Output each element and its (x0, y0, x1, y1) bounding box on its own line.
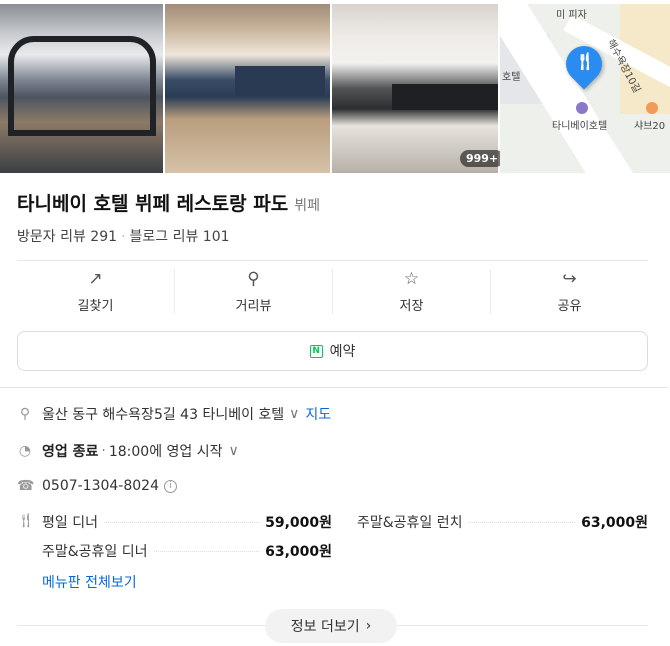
naver-booking-icon: N (309, 344, 323, 358)
chevron-down-icon[interactable]: ∨ (229, 443, 239, 459)
menu-item-name: 평일 디너 (42, 515, 98, 531)
place-header: 타니베이 호텔 뷔페 레스토랑 파도 뷔페 (17, 189, 320, 216)
directions-icon: ↗ (88, 269, 103, 289)
arched-frame (8, 36, 156, 136)
fork-knife-icon: 🍴︎ (574, 52, 596, 72)
photo-strip: 999+ 미 피자 해수욕장10길 호텔 타니베이호텔 샤브20 🍴︎ (0, 0, 670, 175)
phone-number[interactable]: 0507-1304-8024 (42, 478, 159, 494)
directions-button[interactable]: ↗ 길찾기 (17, 269, 175, 314)
map-label: 미 피자 (556, 10, 587, 21)
star-icon: ☆ (403, 269, 420, 289)
menu-icon-wrap: 🍴︎ (17, 513, 42, 529)
street-view-button[interactable]: ⚲ 거리뷰 (175, 269, 333, 314)
address-text[interactable]: 울산 동구 해수욕장5길 43 타니베이 호텔 (42, 404, 284, 424)
photo-buffet-counter[interactable] (332, 4, 498, 173)
save-button[interactable]: ☆ 저장 (333, 269, 491, 314)
menu-item: 평일 디너 59,000원 (42, 512, 332, 532)
reserve-label: 예약 (329, 344, 356, 360)
business-status: 영업 종료 (42, 444, 99, 460)
info-icon[interactable]: i (164, 479, 177, 493)
chevron-down-icon[interactable]: ∨ (289, 406, 299, 422)
location-icon: ⚲ (19, 406, 31, 422)
menu-leader (468, 522, 576, 523)
window-view (235, 66, 325, 96)
photo-restaurant-interior[interactable] (165, 4, 330, 173)
review-summary: 방문자 리뷰 291 · 블로그 리뷰 101 (17, 226, 230, 246)
place-name: 타니베이 호텔 뷔페 레스토랑 파도 (17, 193, 289, 215)
kitchen-opening (392, 84, 498, 110)
menu-leader (153, 551, 260, 552)
menu-item: 주말&공휴일 디너 63,000원 (42, 541, 332, 561)
share-button[interactable]: ↪ 공유 (491, 269, 648, 314)
restaurant-marker-icon (646, 102, 658, 114)
more-info-button[interactable]: 정보 더보기 › (265, 609, 397, 643)
action-label: 저장 (399, 299, 424, 314)
street-view-icon: ⚲ (247, 269, 260, 289)
photo-count-badge[interactable]: 999+ (460, 150, 505, 167)
reserve-button[interactable]: N 예약 (17, 331, 648, 371)
clock-icon: ◔ (18, 443, 32, 459)
action-label: 거리뷰 (235, 299, 272, 314)
phone-row: ☎ 0507-1304-8024 i (17, 478, 177, 494)
menu-item-price: 59,000원 (265, 515, 332, 531)
address-row: ⚲ 울산 동구 해수욕장5길 43 타니베이 호텔 ∨ 지도 (17, 404, 331, 424)
hours-note[interactable]: 18:00에 영업 시작 (109, 441, 223, 461)
action-label: 공유 (557, 299, 582, 314)
map-label: 샤브20 (634, 121, 666, 132)
fork-knife-icon: 🍴︎ (17, 513, 35, 529)
place-category: 뷔페 (294, 198, 320, 214)
menu-item: 주말&공휴일 런치 63,000원 (357, 512, 648, 532)
view-full-menu-link[interactable]: 메뉴판 전체보기 (42, 572, 137, 592)
map-label: 타니베이호텔 (552, 121, 608, 132)
share-icon: ↪ (562, 269, 577, 289)
hours-row: ◔ 영업 종료 · 18:00에 영업 시작 ∨ (17, 441, 239, 461)
separator-dot: · (121, 229, 126, 245)
menu-item-price: 63,000원 (581, 515, 648, 531)
map-label: 호텔 (502, 72, 521, 83)
more-info-label: 정보 더보기 (290, 619, 360, 635)
photo-dining-hall[interactable] (0, 4, 163, 173)
visitor-reviews-link[interactable]: 방문자 리뷰 291 (17, 229, 117, 245)
separator-dot: · (101, 443, 106, 459)
menu-item-name: 주말&공휴일 디너 (42, 544, 148, 560)
blog-reviews-link[interactable]: 블로그 리뷰 101 (129, 229, 229, 245)
map-thumbnail[interactable]: 미 피자 해수욕장10길 호텔 타니베이호텔 샤브20 🍴︎ (500, 4, 670, 173)
map-link[interactable]: 지도 (305, 404, 331, 424)
chevron-right-icon: › (365, 618, 372, 634)
menu-item-name: 주말&공휴일 런치 (357, 515, 463, 531)
section-divider (0, 387, 668, 388)
phone-icon: ☎ (17, 478, 35, 494)
action-label: 길찾기 (77, 299, 114, 314)
menu-leader (103, 522, 260, 523)
action-bar: ↗ 길찾기 ⚲ 거리뷰 ☆ 저장 ↪ 공유 (17, 260, 648, 322)
hotel-marker-icon (576, 102, 588, 114)
menu-item-price: 63,000원 (265, 544, 332, 560)
